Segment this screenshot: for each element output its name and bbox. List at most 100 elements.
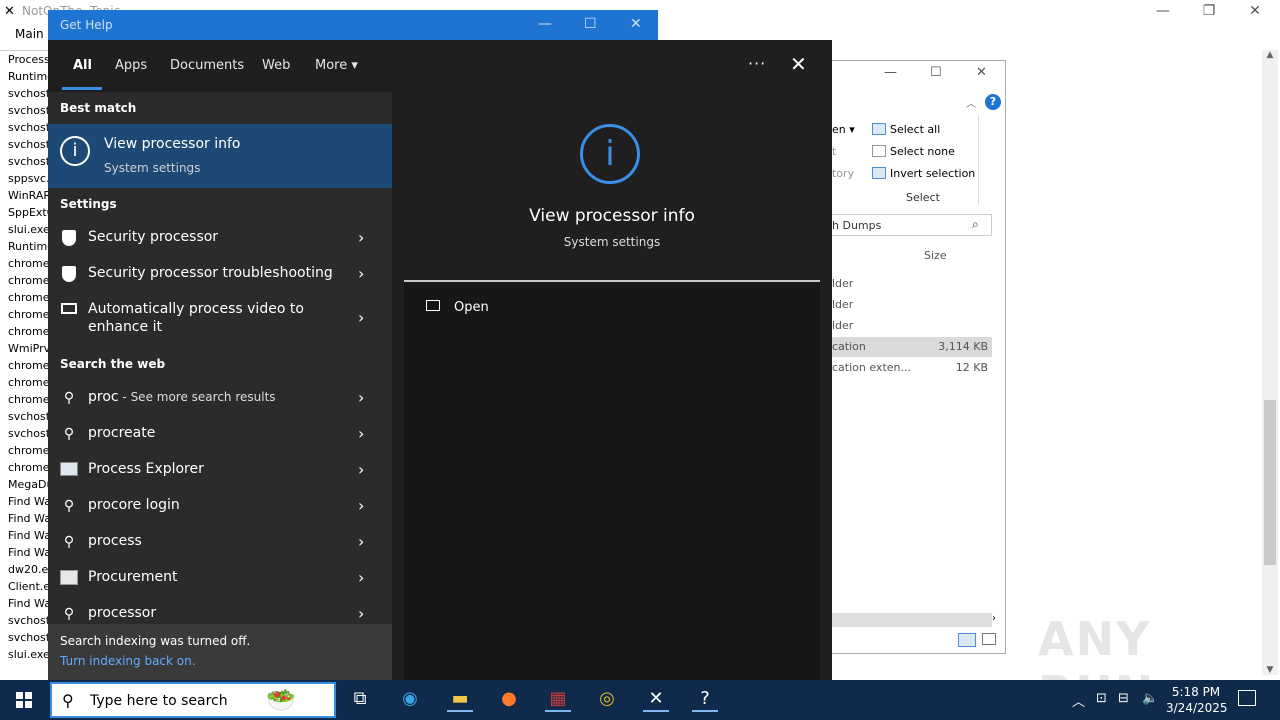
- winrar-icon[interactable]: ▦: [545, 688, 571, 712]
- volume-icon[interactable]: 🔈: [1142, 691, 1158, 706]
- chevron-right-icon[interactable]: ›: [358, 460, 364, 479]
- tools-app-icon[interactable]: ✕: [643, 688, 669, 712]
- file-explorer-icon[interactable]: ▬: [447, 688, 473, 712]
- horizontal-scrollbar[interactable]: [832, 613, 992, 627]
- list-item[interactable]: svchost.: [0, 119, 48, 136]
- best-match-item[interactable]: i View processor info System settings: [48, 124, 392, 188]
- chevron-right-icon[interactable]: ›: [358, 388, 364, 407]
- select-all-button[interactable]: Select all: [872, 123, 940, 136]
- network-icon[interactable]: ⊟: [1118, 691, 1129, 706]
- minimize-icon[interactable]: —: [1140, 0, 1186, 24]
- chevron-right-icon[interactable]: ›: [358, 604, 364, 623]
- list-item[interactable]: chrome.: [0, 255, 48, 272]
- list-item[interactable]: Find Wa: [0, 527, 48, 544]
- web-result[interactable]: Process Explorer ›: [48, 452, 392, 488]
- tab-documents[interactable]: Documents: [170, 58, 244, 73]
- list-item[interactable]: MegaDu: [0, 476, 48, 493]
- get-help-icon[interactable]: ?: [692, 688, 718, 712]
- list-item[interactable]: Client.ex: [0, 578, 48, 595]
- tab-apps[interactable]: Apps: [115, 58, 147, 73]
- chevron-right-icon[interactable]: ›: [358, 228, 364, 247]
- menu-main[interactable]: Main: [15, 27, 44, 41]
- open-dropdown[interactable]: en ▾: [832, 123, 855, 136]
- list-item[interactable]: svchost.: [0, 612, 48, 629]
- list-item[interactable]: svchost.: [0, 85, 48, 102]
- list-item[interactable]: dw20.ex: [0, 561, 48, 578]
- minimize-icon[interactable]: —: [538, 16, 552, 32]
- chevron-right-icon[interactable]: ›: [358, 568, 364, 587]
- close-icon[interactable]: ✕: [630, 16, 642, 32]
- maximize-icon[interactable]: ❐: [1186, 0, 1232, 24]
- scroll-thumb[interactable]: [1264, 400, 1276, 565]
- turn-indexing-on-link[interactable]: Turn indexing back on.: [60, 654, 196, 668]
- list-item[interactable]: chrome.: [0, 374, 48, 391]
- maximize-icon[interactable]: ☐: [930, 65, 942, 80]
- chevron-right-icon[interactable]: ›: [358, 532, 364, 551]
- list-item[interactable]: svchost.: [0, 408, 48, 425]
- list-item[interactable]: WinRAR: [0, 187, 48, 204]
- web-result[interactable]: ⚲ processor ›: [48, 596, 392, 624]
- list-item[interactable]: Find Wa: [0, 544, 48, 561]
- list-item[interactable]: chrome.: [0, 459, 48, 476]
- maximize-icon[interactable]: ☐: [584, 16, 597, 32]
- large-icons-view-icon[interactable]: [982, 633, 996, 645]
- list-item[interactable]: sppsvc.: [0, 170, 48, 187]
- table-row[interactable]: lder: [832, 274, 992, 294]
- list-item[interactable]: Process: [0, 51, 48, 68]
- web-result-see-more[interactable]: ⚲ proc - See more search results ›: [48, 380, 392, 416]
- list-item[interactable]: chrome.: [0, 323, 48, 340]
- list-item[interactable]: SppExtC: [0, 204, 48, 221]
- list-item[interactable]: svchost.: [0, 136, 48, 153]
- select-none-button[interactable]: Select none: [872, 145, 955, 158]
- list-item[interactable]: chrome.: [0, 272, 48, 289]
- chevron-right-icon[interactable]: ›: [358, 424, 364, 443]
- list-item[interactable]: chrome.: [0, 442, 48, 459]
- web-result[interactable]: ⚲ procreate ›: [48, 416, 392, 452]
- list-item[interactable]: Find Wa: [0, 493, 48, 510]
- list-item[interactable]: slui.exe: [0, 646, 48, 663]
- close-icon[interactable]: ✕: [976, 65, 987, 80]
- vertical-scrollbar[interactable]: ▲ ▼: [1262, 50, 1278, 675]
- list-item[interactable]: WmiPrvS: [0, 340, 48, 357]
- table-row[interactable]: lder: [832, 295, 992, 315]
- invert-selection-button[interactable]: Invert selection: [872, 167, 975, 180]
- list-item[interactable]: chrome.: [0, 289, 48, 306]
- tab-more[interactable]: More ▾: [315, 58, 358, 73]
- scroll-right-icon[interactable]: ›: [992, 613, 996, 624]
- size-column-header[interactable]: Size: [924, 249, 947, 262]
- list-item[interactable]: slui.exe: [0, 221, 48, 238]
- open-action[interactable]: Open: [426, 300, 489, 315]
- search-input[interactable]: h Dumps ⌕: [832, 214, 992, 236]
- start-button[interactable]: [0, 680, 48, 720]
- scroll-up-icon[interactable]: ▲: [1262, 50, 1278, 60]
- tab-web[interactable]: Web: [262, 58, 290, 73]
- web-result[interactable]: ⚲ process ›: [48, 524, 392, 560]
- taskbar-search-box[interactable]: ⚲ Type here to search 🥗: [50, 682, 336, 718]
- list-item[interactable]: svchost.: [0, 629, 48, 646]
- list-item[interactable]: svchost.: [0, 102, 48, 119]
- setting-security-processor[interactable]: Security processor ›: [48, 220, 392, 256]
- chevron-up-icon[interactable]: ︿: [1072, 691, 1085, 710]
- table-row[interactable]: cation exten... 12 KB: [832, 358, 992, 378]
- chevron-right-icon[interactable]: ›: [358, 264, 364, 283]
- list-item[interactable]: Runtime: [0, 68, 48, 85]
- history-label[interactable]: t: [832, 145, 836, 158]
- web-result[interactable]: Procurement ›: [48, 560, 392, 596]
- list-item[interactable]: svchost.: [0, 425, 48, 442]
- firefox-icon[interactable]: ●: [496, 688, 522, 712]
- list-item[interactable]: Find Wa: [0, 510, 48, 527]
- taskbar-search-input[interactable]: Type here to search: [90, 693, 228, 709]
- device-icon[interactable]: ⊡: [1096, 691, 1107, 706]
- minimize-icon[interactable]: —: [884, 65, 897, 80]
- chevron-right-icon[interactable]: ›: [358, 496, 364, 515]
- setting-process-video[interactable]: Automatically process video to enhance i…: [48, 292, 392, 344]
- close-icon[interactable]: ✕: [790, 52, 807, 76]
- setting-security-processor-troubleshooting[interactable]: Security processor troubleshooting ›: [48, 256, 392, 292]
- task-view-icon[interactable]: ⧉: [347, 688, 373, 712]
- table-row[interactable]: cation 3,114 KB: [832, 337, 992, 357]
- list-item[interactable]: svchost.: [0, 153, 48, 170]
- table-row[interactable]: lder: [832, 316, 992, 336]
- list-item[interactable]: chrome.: [0, 306, 48, 323]
- list-item[interactable]: chrome.: [0, 391, 48, 408]
- close-icon[interactable]: ✕: [1232, 0, 1278, 24]
